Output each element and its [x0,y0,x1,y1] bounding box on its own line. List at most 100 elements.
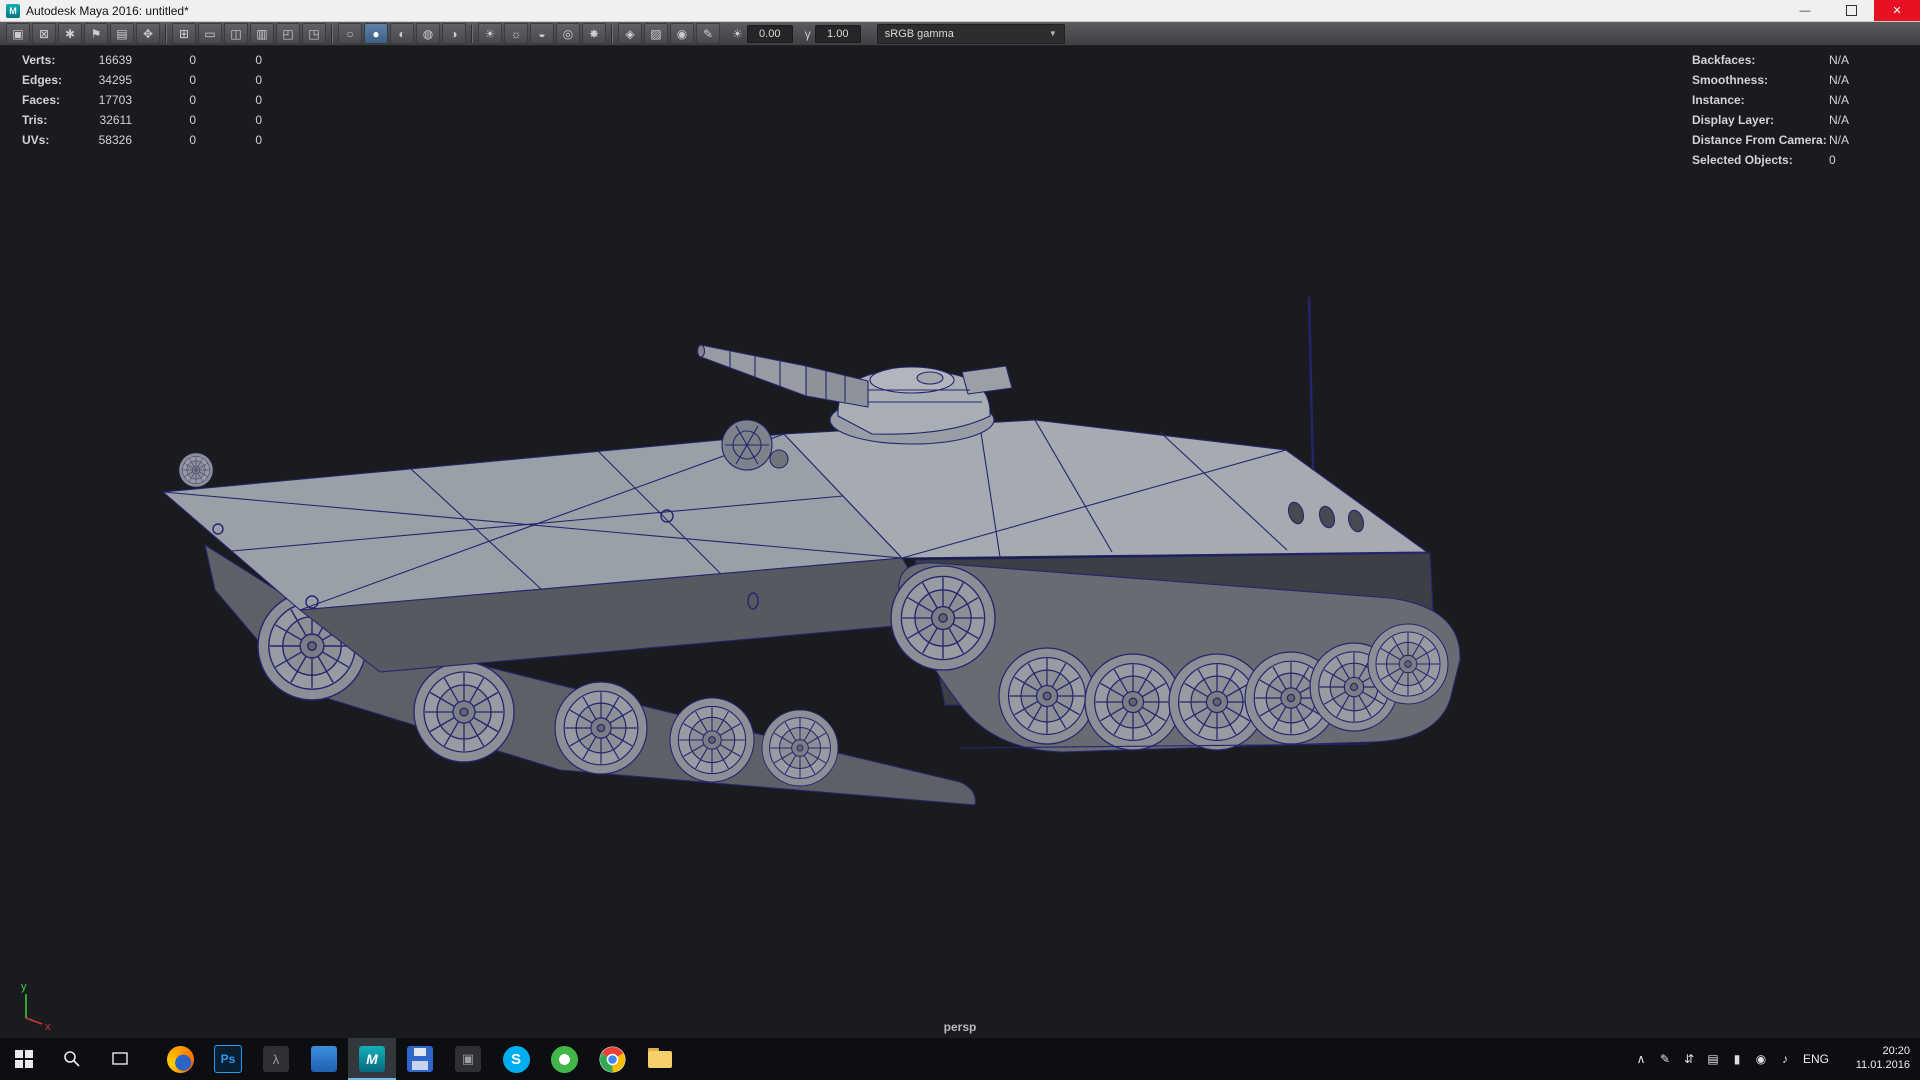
green-app-icon [550,1045,578,1073]
tray-sync-icon[interactable]: ⇵ [1678,1052,1700,1066]
tray-pen-icon[interactable]: ✎ [1654,1052,1676,1066]
antenna [1307,296,1315,471]
task-view-button[interactable] [96,1038,144,1080]
camera-select-icon[interactable]: ▣ [6,23,30,44]
smooth-shade-icon[interactable]: ● [364,23,388,44]
lights-icon[interactable]: ☀ [478,23,502,44]
taskbar-app-maya[interactable]: M [348,1038,396,1080]
hud-object-details: Backfaces: N/A Smoothness: N/A Instance:… [1692,50,1889,170]
hud-label: Backfaces: [1692,53,1756,67]
hud-value: 0 [189,93,196,107]
camera-lock-icon[interactable]: ⊠ [32,23,56,44]
hud-value: N/A [1829,53,1850,67]
hud-label: Faces: [22,93,61,107]
taskbar-app-chrome[interactable] [588,1038,636,1080]
windows-taskbar: Ps λ M ▣ S ∧ ✎ ⇵ ▤ ▮ ◉ ♪ ENG 20:20 11.01… [0,1038,1920,1080]
hud-value: 0 [255,113,262,127]
tray-battery-icon[interactable]: ▮ [1726,1052,1748,1066]
dark-app-icon: ▣ [455,1046,481,1072]
chevron-down-icon: ▼ [1048,29,1057,38]
view-transform-dropdown[interactable]: sRGB gamma ▼ [876,23,1065,44]
clock[interactable]: 20:20 11.01.2016 [1836,1045,1914,1073]
camera-name-label: persp [943,1020,977,1034]
close-button[interactable]: ✕ [1874,0,1920,21]
taskbar-app-green[interactable] [540,1038,588,1080]
start-button[interactable] [0,1038,48,1080]
window-titlebar[interactable]: M Autodesk Maya 2016: untitled* — ✕ [0,0,1920,22]
maya-icon: M [359,1046,385,1072]
search-button[interactable] [48,1038,96,1080]
shadows-icon[interactable]: ☼ [504,23,528,44]
resolution-gate-icon[interactable]: ◫ [224,23,248,44]
shading-tools-group: ○ ● ◐ ◍ ◑ [338,23,466,44]
axis-y-label: y [21,981,27,993]
fog-icon[interactable]: ▨ [644,23,668,44]
gamma-field[interactable]: 1.00 [814,24,861,43]
toolbar-separator [611,24,613,43]
viewport-3d-canvas[interactable] [0,46,1920,1038]
exposure-field[interactable]: 0.00 [746,24,793,43]
save-app-icon [407,1046,433,1072]
tank-wireframe-model[interactable] [162,296,1461,806]
maximize-button[interactable] [1828,0,1874,21]
gun-barrel [696,344,869,408]
taskbar-app-blue[interactable] [300,1038,348,1080]
hud-value: 16639 [98,53,132,67]
film-gate-icon[interactable]: ▭ [198,23,222,44]
hud-label: Edges: [22,73,63,87]
panel-toolbar: ▣ ⊠ ✱ ⚑ ▤ ✥ ⊞ ▭ ◫ ▥ ◰ ◳ ○ ● ◐ ◍ ◑ ☀ ☼ ◒ [0,22,1920,46]
gate-mask-icon[interactable]: ▥ [250,23,274,44]
isolate-select-icon[interactable]: ◈ [618,23,642,44]
taskbar-app-photoshop[interactable]: Ps [204,1038,252,1080]
firefox-icon [166,1045,194,1073]
hud-label: Instance: [1692,93,1745,107]
hud-value: 17703 [98,93,132,107]
tray-keyboard-icon[interactable]: ▤ [1702,1052,1724,1066]
xray-icon[interactable]: ◑ [442,23,466,44]
maya-app-icon: M [6,3,20,18]
taskbar-app-save[interactable] [396,1038,444,1080]
default-material-icon[interactable]: ◍ [416,23,440,44]
taskbar-app-skype[interactable]: S [492,1038,540,1080]
task-view-icon [112,1052,128,1065]
tray-chevron-up-icon[interactable]: ∧ [1630,1052,1652,1066]
textured-icon[interactable]: ◐ [390,23,414,44]
perspective-viewport[interactable]: Verts: 16639 0 0 Edges: 34295 0 0 Faces:… [0,46,1920,1038]
grid-icon[interactable]: ⊞ [172,23,196,44]
tray-network-icon[interactable]: ◉ [1750,1052,1772,1066]
hud-value: 0 [189,133,196,147]
hud-poly-count: Verts: 16639 0 0 Edges: 34295 0 0 Faces:… [22,50,262,150]
language-indicator[interactable]: ENG [1798,1052,1834,1066]
minimize-button[interactable]: — [1782,0,1828,21]
hud-value: N/A [1829,73,1850,87]
blue-app-icon [311,1046,337,1072]
taskbar-spacer [144,1038,156,1080]
tray-volume-icon[interactable]: ♪ [1774,1052,1796,1066]
depth-of-field-icon[interactable]: ◉ [670,23,694,44]
hud-value: 0 [189,113,196,127]
search-icon [64,1051,80,1067]
taskbar-app-file-explorer[interactable] [636,1038,684,1080]
safe-action-icon[interactable]: ◳ [302,23,326,44]
window-controls: — ✕ [1782,0,1920,21]
image-plane-icon[interactable]: ▤ [110,23,134,44]
field-chart-icon[interactable]: ◰ [276,23,300,44]
camera-attributes-icon[interactable]: ✱ [58,23,82,44]
grease-pencil-icon[interactable]: ✎ [696,23,720,44]
taskbar-app-dark-2[interactable]: ▣ [444,1038,492,1080]
hud-value: 0 [1829,153,1836,167]
multisample-icon[interactable]: ✸ [582,23,606,44]
bookmark-icon[interactable]: ⚑ [84,23,108,44]
hud-label: Smoothness: [1692,73,1769,87]
clock-time: 20:20 [1882,1045,1910,1058]
pan-zoom-icon[interactable]: ✥ [136,23,160,44]
windows-logo-icon [15,1050,33,1068]
maya-window: M Autodesk Maya 2016: untitled* — ✕ ▣ ⊠ … [0,0,1920,1080]
motion-blur-icon[interactable]: ◎ [556,23,580,44]
ambient-occlusion-icon[interactable]: ◒ [530,23,554,44]
wireframe-icon[interactable]: ○ [338,23,362,44]
axis-gizmo: y x [21,981,51,1033]
chrome-icon [599,1046,625,1072]
taskbar-app-firefox[interactable] [156,1038,204,1080]
taskbar-app-dark-1[interactable]: λ [252,1038,300,1080]
